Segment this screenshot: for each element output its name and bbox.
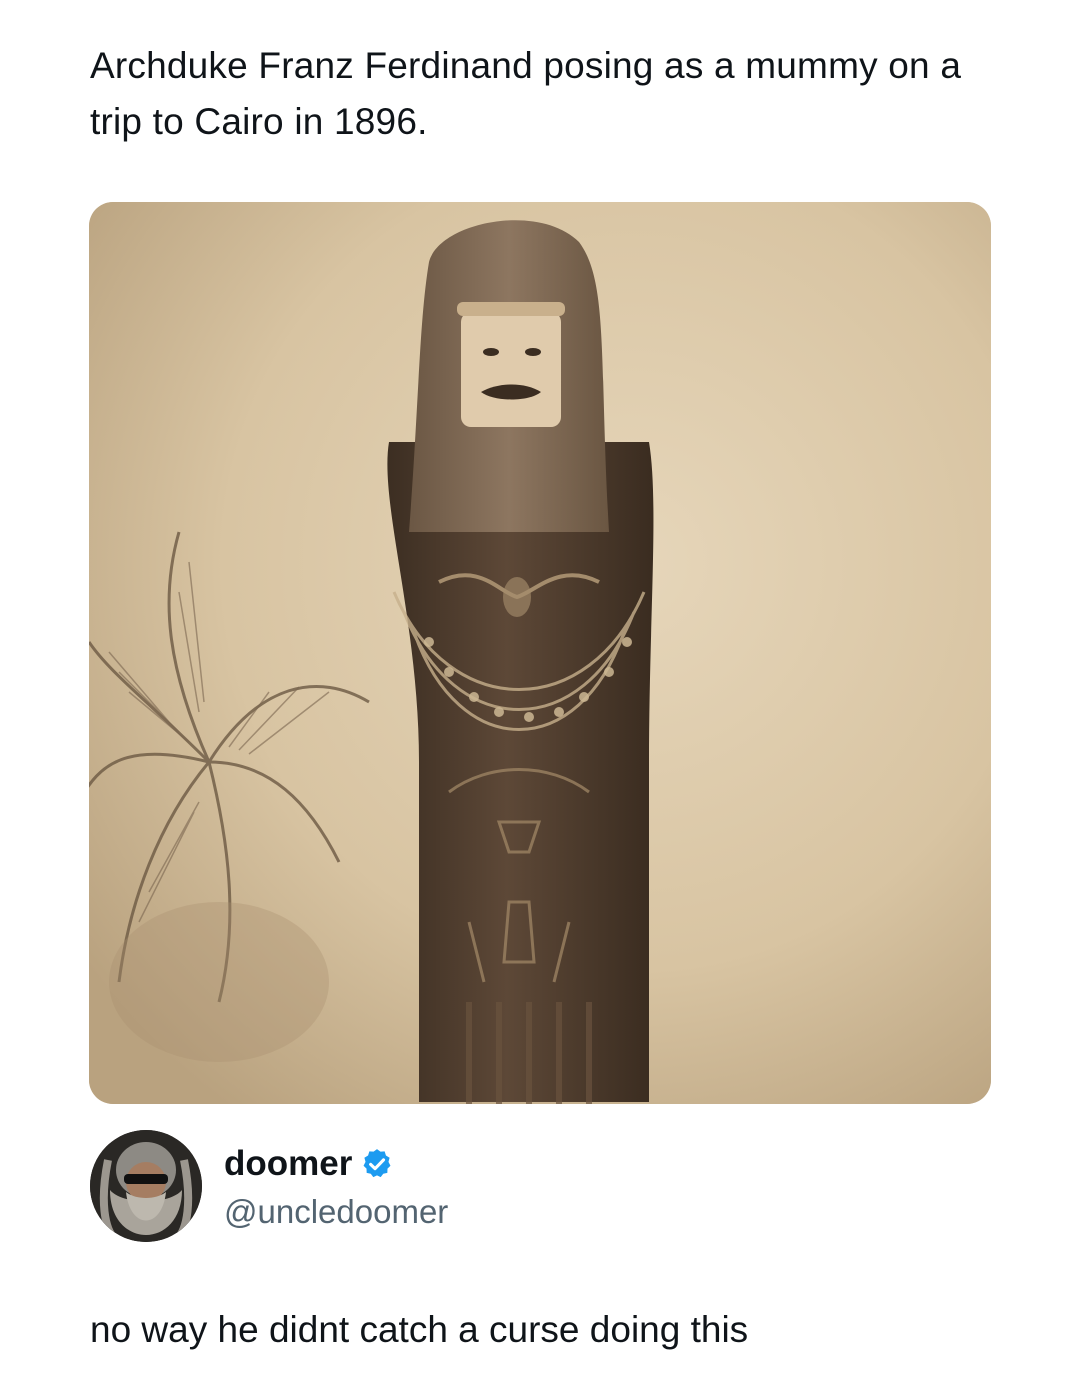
display-name-text: doomer <box>224 1144 353 1183</box>
user-handle[interactable]: @uncledoomer <box>224 1192 448 1232</box>
sepia-photo-illustration <box>89 202 991 1104</box>
display-name[interactable]: doomer <box>224 1144 394 1184</box>
bearded-man-avatar-icon <box>90 1130 202 1242</box>
post-author[interactable]: doomer @uncledoomer <box>90 1130 990 1244</box>
avatar[interactable] <box>90 1130 202 1242</box>
post-photo[interactable] <box>89 202 991 1104</box>
verified-badge-icon <box>360 1147 394 1181</box>
post-text: no way he didnt catch a curse doing this <box>90 1309 749 1350</box>
quoted-post-text: Archduke Franz Ferdinand posing as a mum… <box>90 45 962 142</box>
